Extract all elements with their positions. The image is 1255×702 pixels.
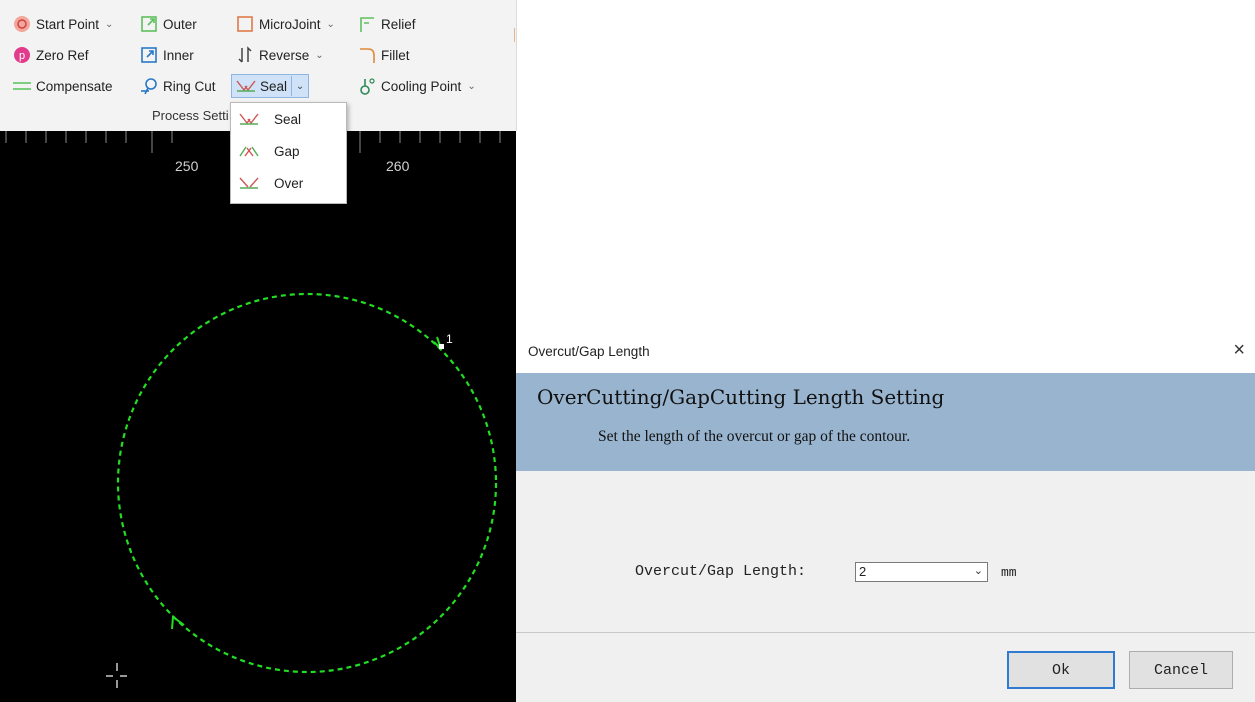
dialog-body: Overcut/Gap Length: 2 ⌄ mm [516, 471, 1255, 632]
menu-item-label: Seal [274, 111, 302, 127]
direction-arrow-bottom [171, 615, 185, 630]
drawing-canvas[interactable]: 250 260 1 [0, 131, 516, 702]
seal-label: Seal [260, 78, 288, 94]
seal-button[interactable]: Seal ⌄ [231, 74, 310, 98]
inner-icon [139, 46, 159, 64]
start-point-label: Start Point [36, 16, 100, 32]
dialog-header-description: Set the length of the overcut or gap of … [598, 428, 911, 445]
overcut-gap-length-combobox[interactable]: 2 ⌄ [855, 562, 988, 582]
compensate-label: Compensate [36, 78, 113, 94]
seal-icon [239, 112, 261, 126]
crosshair-cursor-icon [106, 663, 127, 688]
chevron-down-icon[interactable]: ⌄ [974, 564, 983, 577]
dialog-header: OverCutting/GapCutting Length Setting Se… [516, 373, 1255, 471]
compensate-button[interactable]: Compensate [12, 75, 113, 97]
unit-label: mm [1001, 565, 1017, 580]
close-icon[interactable]: × [1233, 339, 1245, 362]
menu-item-gap[interactable]: Gap [231, 135, 346, 167]
start-point-marker [439, 344, 444, 349]
outer-icon [139, 15, 159, 33]
fillet-icon [357, 46, 377, 64]
outer-label: Outer [163, 16, 197, 32]
overcut-gap-length-label: Overcut/Gap Length: [635, 563, 807, 580]
ring-cut-button[interactable]: Ring Cut [139, 75, 216, 97]
microjoint-label: MicroJoint [259, 16, 321, 32]
menu-item-seal[interactable]: Seal [231, 103, 346, 135]
zero-ref-icon: p [12, 46, 32, 64]
cooling-point-label: Cooling Point [381, 78, 462, 94]
inner-label: Inner [163, 47, 194, 63]
ribbon-separator [514, 28, 515, 42]
cooling-point-button[interactable]: Cooling Point ⌄ [357, 75, 476, 97]
relief-button[interactable]: Relief [357, 13, 416, 35]
contour-circle [116, 292, 498, 674]
chevron-down-icon[interactable]: ⌄ [327, 19, 335, 30]
ruler-label: 250 [175, 158, 199, 174]
ruler-label: 260 [386, 158, 410, 174]
fillet-button[interactable]: Fillet [357, 44, 410, 66]
overcut-gap-length-value: 2 [859, 564, 867, 579]
dialog-titlebar: Overcut/Gap Length × [516, 331, 1255, 373]
menu-item-label: Over [274, 175, 304, 191]
reverse-label: Reverse [259, 47, 310, 63]
menu-item-over[interactable]: Over [231, 167, 346, 199]
seal-icon [236, 77, 256, 95]
zero-ref-button[interactable]: p Zero Ref [12, 44, 89, 66]
zero-ref-label: Zero Ref [36, 47, 89, 63]
seal-dropdown-menu: Seal Gap Over [230, 102, 347, 204]
chevron-down-icon[interactable]: ⌄ [467, 81, 475, 92]
relief-label: Relief [381, 16, 416, 32]
dialog-divider [516, 632, 1255, 633]
reverse-icon [235, 46, 255, 64]
dialog-title: Overcut/Gap Length [528, 344, 650, 359]
over-icon [239, 176, 261, 190]
inner-button[interactable]: Inner [139, 44, 194, 66]
reverse-button[interactable]: Reverse ⌄ [235, 44, 324, 66]
overcut-gap-dialog: Overcut/Gap Length × OverCutting/GapCutt… [516, 331, 1255, 702]
canvas-svg [5, 131, 501, 688]
microjoint-button[interactable]: MicroJoint ⌄ [235, 13, 335, 35]
fillet-label: Fillet [381, 47, 410, 63]
contour-point-label: 1 [446, 332, 453, 346]
svg-text:p: p [19, 50, 25, 62]
ok-button[interactable]: Ok [1007, 651, 1115, 689]
gap-icon [239, 144, 261, 158]
dialog-header-title: OverCutting/GapCutting Length Setting [537, 385, 945, 409]
outer-button[interactable]: Outer [139, 13, 197, 35]
chevron-down-icon[interactable]: ⌄ [315, 50, 323, 61]
menu-item-label: Gap [274, 143, 300, 159]
start-point-button[interactable]: Start Point ⌄ [12, 13, 113, 35]
cooling-point-icon [357, 77, 377, 95]
relief-icon [357, 15, 377, 33]
seal-dropdown-chevron-icon[interactable]: ⌄ [291, 76, 308, 96]
ring-cut-label: Ring Cut [163, 78, 216, 94]
ring-cut-icon [139, 77, 159, 95]
microjoint-icon [235, 15, 255, 33]
chevron-down-icon[interactable]: ⌄ [105, 19, 113, 30]
cancel-button[interactable]: Cancel [1129, 651, 1233, 689]
start-point-icon [12, 15, 32, 33]
compensate-icon [12, 77, 32, 95]
ribbon-group-label: Process Setti [152, 108, 229, 123]
